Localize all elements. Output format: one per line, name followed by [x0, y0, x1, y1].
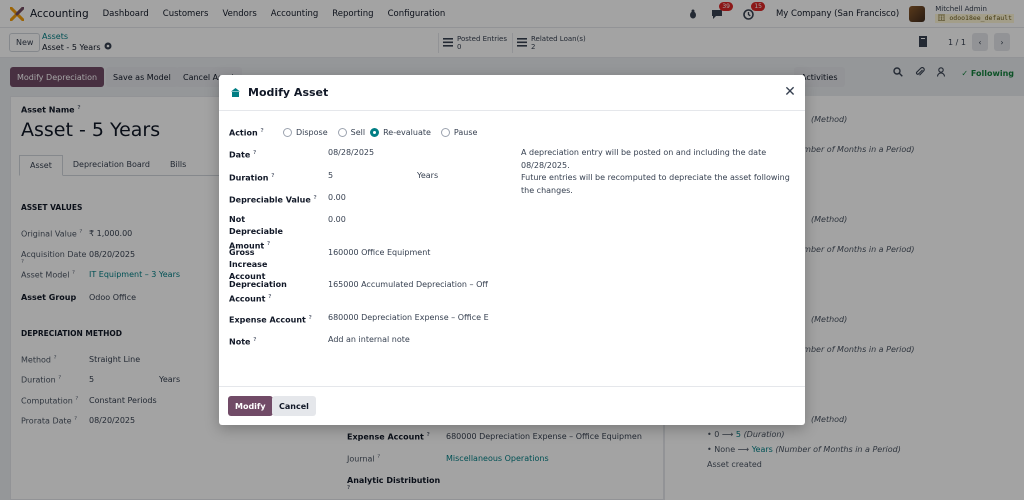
- gross-increase-input[interactable]: 160000 Office Equipment: [328, 247, 430, 283]
- dialog-footer: Modify Cancel: [219, 386, 805, 425]
- radio-sell-label: Sell: [350, 127, 366, 137]
- close-icon[interactable]: ✕: [783, 85, 797, 99]
- radio-re-evaluate-label: Re-evaluate: [383, 127, 431, 137]
- radio-sell-indicator[interactable]: [337, 127, 347, 137]
- duration-label: Duration ?: [229, 173, 275, 183]
- radio-re-evaluate-indicator[interactable]: [370, 127, 380, 137]
- modify-asset-dialog: Modify Asset ✕ Action ? Dispose Sell Re-…: [219, 75, 805, 425]
- duration-input[interactable]: 5: [328, 170, 417, 185]
- action-row: Action ? Dispose Sell Re-evaluate Pause: [229, 125, 477, 140]
- note-label: Note ?: [229, 337, 257, 347]
- action-radio-group: Dispose Sell Re-evaluate Pause: [283, 125, 477, 140]
- note-input[interactable]: Add an internal note: [328, 334, 410, 349]
- radio-dispose[interactable]: Dispose: [283, 127, 328, 137]
- depreciable-value-input[interactable]: 0.00: [328, 192, 346, 207]
- dialog-title: Modify Asset: [248, 86, 329, 99]
- cancel-button[interactable]: Cancel: [272, 396, 316, 416]
- dialog-header: Modify Asset ✕: [219, 75, 805, 111]
- info-line-1: A depreciation entry will be posted on a…: [521, 148, 767, 170]
- note-row: Note ? Add an internal note: [229, 334, 410, 349]
- radio-dispose-label: Dispose: [296, 127, 328, 137]
- radio-pause-indicator[interactable]: [440, 127, 450, 137]
- expense-account-label: Expense Account ?: [229, 315, 312, 325]
- date-label: Date ?: [229, 150, 257, 160]
- gross-increase-label: Gross Increase Account: [229, 248, 268, 281]
- expense-account-row: Expense Account ? 680000 Depreciation Ex…: [229, 312, 489, 327]
- duration-unit-select[interactable]: Years: [417, 170, 438, 185]
- action-label: Action ?: [229, 128, 264, 138]
- radio-pause[interactable]: Pause: [440, 127, 478, 137]
- depreciation-account-label: Depreciation Account ?: [229, 280, 287, 304]
- date-input[interactable]: 08/28/2025: [328, 147, 374, 162]
- expense-account-input[interactable]: 680000 Depreciation Expense – Office E: [328, 312, 489, 327]
- radio-pause-label: Pause: [453, 127, 478, 137]
- gross-increase-row: Gross Increase Account 160000 Office Equ…: [229, 247, 430, 283]
- depreciable-value-row: Depreciable Value ? 0.00: [229, 192, 346, 207]
- radio-sell[interactable]: Sell: [337, 127, 366, 137]
- depreciation-account-row: Depreciation Account ? 165000 Accumulate…: [229, 279, 488, 306]
- modify-button[interactable]: Modify: [228, 396, 273, 416]
- duration-row: Duration ? 5 Years: [229, 170, 438, 185]
- depreciable-value-label: Depreciable Value ?: [229, 195, 317, 205]
- depreciation-account-input[interactable]: 165000 Accumulated Depreciation – Off: [328, 279, 488, 306]
- radio-dispose-indicator[interactable]: [283, 127, 292, 137]
- re-evaluate-info: A depreciation entry will be posted on a…: [521, 147, 797, 197]
- accounting-app-icon: [230, 87, 241, 98]
- info-line-2: Future entries will be recomputed to dep…: [521, 173, 790, 195]
- date-row: Date ? 08/28/2025: [229, 147, 374, 162]
- radio-re-evaluate[interactable]: Re-evaluate: [370, 127, 431, 137]
